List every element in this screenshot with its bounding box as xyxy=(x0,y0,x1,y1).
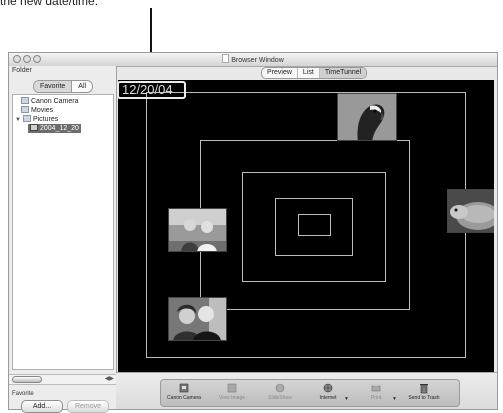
couple-portrait-photo xyxy=(169,298,226,340)
callout-caption: the new date/time. xyxy=(0,0,99,8)
sidebar-horizontal-scrollbar[interactable]: ◀▶ xyxy=(9,374,116,385)
thumbnail-couple-portrait[interactable] xyxy=(168,297,227,341)
tree-item-canon-camera[interactable]: Canon Camera xyxy=(21,97,78,106)
scroll-arrows-icon[interactable]: ◀▶ xyxy=(105,375,114,384)
printer-icon xyxy=(371,384,381,392)
view-mode-tabs: Preview List TimeTunnel xyxy=(261,67,368,79)
folder-icon xyxy=(30,124,38,131)
toolbar-item-label: View Image xyxy=(218,395,246,401)
timetunnel-canvas[interactable]: 12/20/04 xyxy=(118,80,494,372)
folder-icon xyxy=(21,106,29,113)
internet-button[interactable]: Internet ▼ xyxy=(305,382,351,406)
add-favorite-button[interactable]: Add... xyxy=(21,400,63,413)
window-title-text: Browser Window xyxy=(231,57,284,64)
folder-sidebar: Folder Favorite All Canon Camera Movies … xyxy=(9,66,117,413)
remove-favorite-button[interactable]: Remove xyxy=(67,400,109,413)
tree-item-label: 2004_12_20 xyxy=(40,125,79,132)
parrot-photo xyxy=(338,94,396,140)
current-date-display: 12/20/04 xyxy=(118,81,186,99)
globe-icon xyxy=(323,383,333,393)
folder-icon xyxy=(22,115,31,122)
toolbar-item-label: Send to Trash xyxy=(408,395,440,401)
send-to-trash-button[interactable]: Send to Trash xyxy=(401,382,447,406)
toolbar-item-label: Canon Camera xyxy=(167,395,201,401)
couple-outdoor-photo xyxy=(169,209,226,251)
thumbnail-turtle[interactable] xyxy=(447,189,494,233)
main-view: Preview List TimeTunnel 12/20/04 Canon C… xyxy=(116,66,497,409)
tree-item-2004-12-20[interactable]: 2004_12_20 xyxy=(28,124,81,133)
thumbnail-parrot[interactable] xyxy=(337,93,397,141)
toolbar-button-group: Canon Camera View Image SlideShow Intern… xyxy=(160,379,460,407)
camera-icon xyxy=(179,383,189,393)
browser-window: Browser Window Folder Favorite All Canon… xyxy=(8,52,498,413)
trash-icon xyxy=(420,384,428,394)
print-button[interactable]: Print ▼ xyxy=(353,382,399,406)
document-icon xyxy=(222,54,230,63)
window-title: Browser Window xyxy=(9,54,497,64)
favorite-section-label: Favorite xyxy=(12,391,34,397)
camera-icon xyxy=(21,97,29,104)
image-icon xyxy=(227,383,237,393)
turtle-photo xyxy=(448,190,494,232)
tab-all[interactable]: All xyxy=(72,81,92,92)
bottom-toolbar: Canon Camera View Image SlideShow Intern… xyxy=(116,372,497,409)
tree-item-label: Movies xyxy=(31,107,54,114)
tab-preview[interactable]: Preview xyxy=(262,68,298,78)
thumbnail-couple-outdoor[interactable] xyxy=(168,208,227,252)
tree-item-label: Pictures xyxy=(32,116,59,123)
folder-tree: Canon Camera Movies ▼ Pictures 2004_12_20 xyxy=(12,94,114,370)
toolbar-item-label: SlideShow xyxy=(268,395,292,401)
dropdown-arrow-icon[interactable]: ▼ xyxy=(344,396,349,402)
folder-label: Folder xyxy=(12,67,32,74)
tab-favorite[interactable]: Favorite xyxy=(34,81,73,92)
scrollbar-thumb[interactable] xyxy=(12,376,42,383)
dropdown-arrow-icon[interactable]: ▼ xyxy=(392,396,397,402)
tab-timetunnel[interactable]: TimeTunnel xyxy=(319,68,367,78)
tree-item-label: Canon Camera xyxy=(31,98,79,105)
disclosure-triangle-icon[interactable]: ▼ xyxy=(15,117,21,123)
tree-item-movies[interactable]: Movies xyxy=(21,106,53,115)
view-image-button[interactable]: View Image xyxy=(209,382,255,406)
title-bar: Browser Window xyxy=(9,53,497,67)
slideshow-icon xyxy=(275,383,285,393)
folder-filter-tabs: Favorite All xyxy=(33,80,94,93)
slideshow-button[interactable]: SlideShow xyxy=(257,382,303,406)
tab-list[interactable]: List xyxy=(298,68,320,78)
tunnel-frame-inner xyxy=(298,214,331,236)
canon-camera-button[interactable]: Canon Camera xyxy=(161,382,207,406)
